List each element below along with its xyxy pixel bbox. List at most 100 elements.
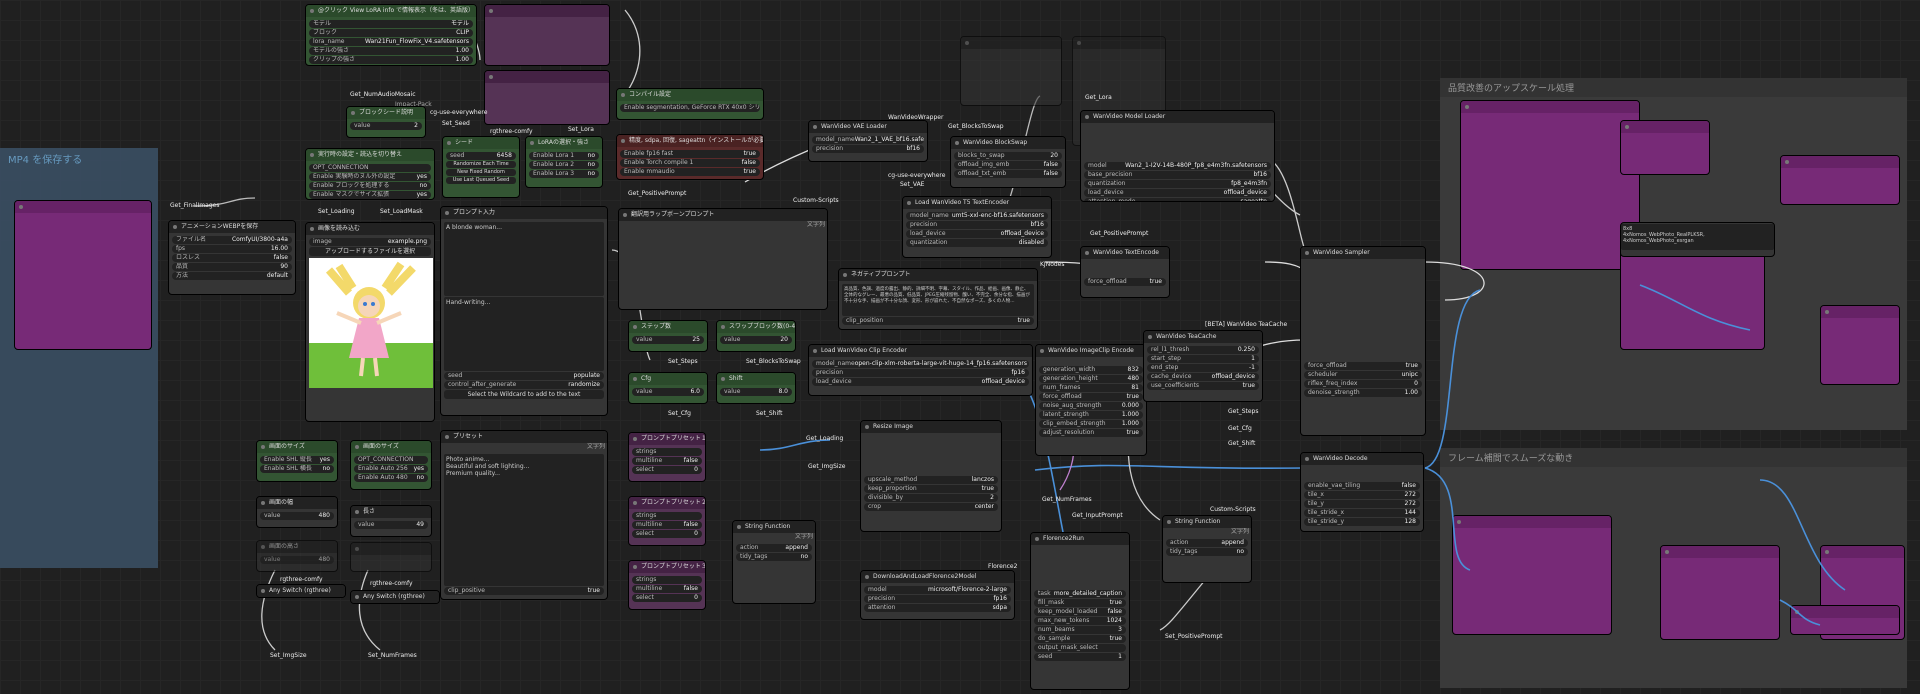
text-encode-node[interactable]: WanVideo TextEncode force_offload true (1080, 246, 1170, 298)
node-title[interactable]: Florence2Run (1031, 533, 1129, 545)
node-header[interactable] (1821, 306, 1899, 318)
node-header[interactable] (485, 5, 609, 17)
--widget[interactable]: ロスレス false (172, 254, 292, 262)
enable-mmaudio-widget[interactable]: Enable mmaudio true (620, 168, 760, 176)
node-header[interactable] (1661, 546, 1779, 558)
enable-lora-3-widget[interactable]: Enable Lora 3 no (529, 170, 599, 178)
node-title[interactable]: WanVideo TextEncode (1081, 247, 1169, 259)
get-final-images-tag[interactable]: Get_FinalImages (170, 202, 219, 209)
prompt-textarea[interactable]: A blonde woman... (444, 222, 604, 296)
get-lora-tag[interactable]: Get_Lora (1085, 94, 1112, 101)
cache-device-widget[interactable]: cache_device offload_device (1147, 373, 1259, 381)
lora-name-widget[interactable]: lora_name Wan21Fun_FlowFix_V4.safetensors (309, 38, 473, 46)
opt-connection-widget[interactable]: OPT_CONNECTION (354, 456, 428, 464)
node-header[interactable] (1791, 606, 1899, 618)
set-imgsize-tag[interactable]: Set_ImgSize (270, 652, 307, 659)
node-title[interactable]: WanVideo BlockSwap (951, 137, 1065, 149)
attention-mode-widget[interactable]: attention_mode sageattn (1084, 198, 1271, 201)
node-title[interactable]: 画面のサイズ (351, 441, 431, 453)
clip-embed-strength-widget[interactable]: clip_embed_strength 1.000 (1039, 420, 1143, 428)
get-loading-tag[interactable]: Get_Loading (806, 435, 843, 442)
num-frames-widget[interactable]: num_frames 81 (1039, 384, 1143, 392)
node-header[interactable] (961, 37, 1061, 49)
node-title[interactable]: @クリック View LoRA info で情報表示（冬は、英語版） (306, 5, 476, 17)
node-title[interactable]: String Function (1163, 516, 1251, 528)
webp-preview-node[interactable] (14, 200, 152, 350)
load-image-node[interactable]: 画像を読み込む image example.png アップロードするファイルを選択 (305, 222, 435, 422)
cfg-node[interactable]: Cfg value 6.0 (628, 372, 708, 404)
do-sample-widget[interactable]: do_sample true (1034, 635, 1126, 643)
quantization-widget[interactable]: quantization disabled (906, 239, 1048, 247)
rel-l1-thresh-widget[interactable]: rel_l1_thresh 0.250 (1147, 346, 1259, 354)
get-imgsize-tag[interactable]: Get_ImgSize (808, 463, 845, 470)
tidy-tags-widget[interactable]: tidy_tags no (1166, 548, 1248, 556)
select-widget[interactable]: select 0 (632, 594, 702, 602)
image-clip-encode-node[interactable]: WanVideo ImageClip Encode generation_wid… (1035, 344, 1147, 456)
output-mask-select-widget[interactable]: output_mask_select (1034, 644, 1126, 652)
lora-stack-node[interactable] (484, 4, 610, 66)
keep-model-loaded-widget[interactable]: keep_model_loaded false (1034, 608, 1126, 616)
strings-widget[interactable]: strings (632, 576, 702, 584)
translate-prompt-node[interactable]: 翻訳用ラップボーンプロンプト 文字列 (618, 208, 828, 310)
block-swap-value-node[interactable]: スワップブロック数(0-40) value 20 (716, 320, 796, 352)
node-title[interactable]: WanVideo Model Loader (1081, 111, 1274, 123)
seed-widget[interactable]: seed 6458 (446, 152, 516, 160)
strings-widget[interactable]: strings (632, 448, 702, 456)
node-header[interactable] (1073, 37, 1165, 49)
node-title[interactable]: DownloadAndLoadFlorence2Model (861, 571, 1014, 583)
seed-option-button[interactable]: New Fixed Random (446, 169, 516, 176)
denoise-strength-widget[interactable]: denoise_strength 1.00 (1304, 389, 1422, 397)
node-header[interactable] (351, 543, 431, 555)
noise-aug-strength-widget[interactable]: noise_aug_strength 0.000 (1039, 402, 1143, 410)
upscale-method-widget[interactable]: upscale_method lanczos (864, 476, 998, 484)
image-height-node[interactable]: 画面の高さ value 480 (256, 540, 338, 572)
set-vae-tag[interactable]: Set_VAE (900, 181, 924, 188)
--widget[interactable]: モデルの強さ 1.00 (309, 47, 473, 55)
value-widget[interactable]: value 8.0 (720, 388, 792, 396)
enable-vae-tiling-widget[interactable]: enable_vae_tiling false (1304, 482, 1420, 490)
use-coefficients-widget[interactable]: use_coefficients true (1147, 382, 1259, 390)
node-title[interactable]: WanVideo Sampler (1301, 247, 1425, 259)
divisible-by-widget[interactable]: divisible_by 2 (864, 494, 998, 502)
enable--widget[interactable]: Enable ブロックを処理する no (309, 182, 431, 190)
negative-prompt-node[interactable]: ネガティブプロンプト 高品質、色調、過度の露出、静的、詳細不明、字幕、スタイル、… (838, 268, 1038, 330)
set-lora-tag[interactable]: Set_Lora (568, 126, 594, 133)
multiline-widget[interactable]: multiline false (632, 585, 702, 593)
t5-encoder-node[interactable]: Load WanVideo T5 TextEncoder model_name u… (902, 196, 1052, 258)
fusion-setting-node[interactable]: 実行時の設定・読込を切り替え OPT_CONNECTION Enable 実験時の… (305, 148, 435, 200)
select-wildcard-button[interactable]: Select the Wildcard to add to the text (444, 390, 604, 399)
node-title[interactable]: アニメーションWEBPを保存 (169, 221, 295, 233)
upload-button[interactable]: アップロードするファイルを選択 (309, 247, 431, 256)
load-device-widget[interactable]: load_device offload_device (812, 378, 1029, 386)
prompt-input-node[interactable]: プロンプト入力 A blonde woman... Hand-writing..… (440, 206, 608, 416)
any-switch-1-node[interactable]: Any Switch (rgthree) (256, 584, 346, 598)
--widget[interactable]: クリップの強さ 1.00 (309, 56, 473, 64)
seed-widget[interactable]: seed populate (444, 372, 604, 380)
clip-positive-widget[interactable]: clip_positive true (444, 587, 604, 595)
upscale-model-list[interactable]: 8x8 4xNomos_WebPhoto_RealPLKSR, 4xNomos_… (1621, 224, 1774, 250)
node-title[interactable]: 画面の幅 (257, 497, 337, 509)
node-title[interactable]: WanVideo Decode (1301, 453, 1423, 465)
precision-widget[interactable]: precision bf16 (812, 145, 924, 153)
sampler-node[interactable]: WanVideo Sampler force_offload true schedu… (1300, 246, 1426, 436)
get-steps-tag[interactable]: Get_Steps (1228, 408, 1258, 415)
prompt-preset-2-node[interactable]: プロンプトプリセット２ strings multiline false select 0 (628, 496, 706, 546)
node-title[interactable]: String Function (733, 521, 815, 533)
model-loader-node[interactable]: WanVideo Model Loader model Wan2_1-I2V-14… (1080, 110, 1275, 202)
node-title[interactable]: 翻訳用ラップボーンプロンプト (619, 209, 827, 221)
action-widget[interactable]: action append (736, 544, 812, 552)
value-widget[interactable]: value 20 (720, 336, 792, 344)
set-steps-tag[interactable]: Set_Steps (668, 358, 698, 365)
adjust-resolution-widget[interactable]: adjust_resolution true (1039, 429, 1143, 437)
wildcard-textarea[interactable]: Hand-writing... (444, 297, 604, 371)
set-blockstoswap-tag[interactable]: Set_BlocksToSwap (746, 358, 801, 365)
set-positiveprompt-tag[interactable]: Set_PositivePrompt (1165, 633, 1223, 640)
node-title[interactable]: 画面の高さ (257, 541, 337, 553)
blocks-to-swap-widget[interactable]: blocks_to_swap 20 (954, 152, 1062, 160)
offload-img-emb-widget[interactable]: offload_img_emb false (954, 161, 1062, 169)
frame-length-node-2[interactable] (350, 542, 432, 572)
node-title[interactable]: 長さ (351, 506, 431, 518)
node-title[interactable]: 実行時の設定・読込を切り替え (306, 149, 434, 161)
precision-widget[interactable]: precision fp16 (812, 369, 1029, 377)
seed-node[interactable]: シード seed 6458 Randomize Each Time New Fixed… (442, 136, 520, 198)
